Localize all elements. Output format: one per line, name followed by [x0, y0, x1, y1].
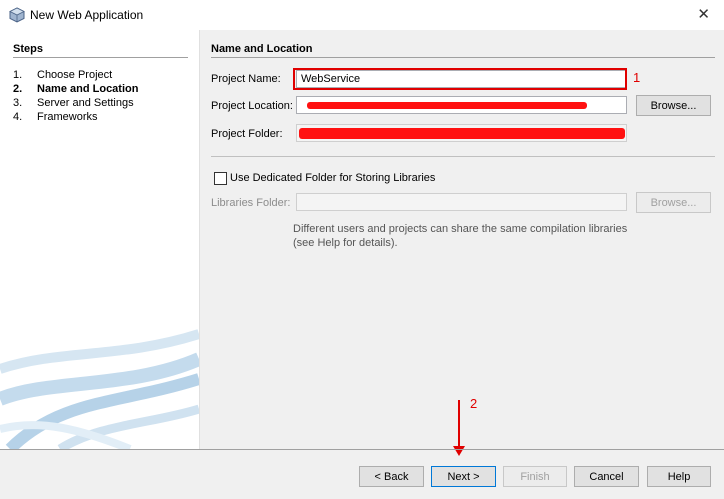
step-frameworks: 4. Frameworks	[13, 111, 98, 123]
hint-line-1: Different users and projects can share t…	[293, 223, 628, 235]
cancel-button[interactable]: Cancel	[574, 466, 639, 487]
back-button[interactable]: < Back	[359, 466, 424, 487]
window-title: New Web Application	[30, 8, 144, 22]
decorative-swoosh-graphic	[0, 329, 199, 449]
project-folder-label: Project Folder:	[211, 128, 283, 140]
app-cube-icon	[9, 7, 25, 23]
help-button[interactable]: Help	[647, 466, 711, 487]
step-number: 3.	[13, 97, 23, 109]
step-server-and-settings: 3. Server and Settings	[13, 97, 134, 109]
dedicated-folder-checkbox[interactable]	[214, 172, 227, 185]
step-label: Frameworks	[37, 111, 98, 123]
libraries-hint-text: Different users and projects can share t…	[293, 222, 633, 250]
project-folder-field	[296, 124, 627, 142]
hint-line-2: (see Help for details).	[293, 237, 398, 249]
annotation-marker-2: 2	[470, 396, 478, 411]
close-icon[interactable]: ✕	[697, 5, 710, 23]
next-button[interactable]: Next >	[431, 466, 496, 487]
step-name-and-location: 2. Name and Location	[13, 83, 138, 95]
steps-sidebar: Steps 1. Choose Project 2. Name and Locati…	[0, 30, 199, 449]
annotation-arrow-head	[453, 446, 465, 456]
section-separator	[211, 156, 715, 157]
step-number: 2.	[13, 83, 23, 95]
libraries-folder-label: Libraries Folder:	[211, 197, 291, 209]
steps-heading: Steps	[13, 43, 43, 55]
panel-divider	[211, 57, 715, 58]
annotation-marker-1: 1	[633, 70, 641, 85]
finish-button: Finish	[503, 466, 567, 487]
name-and-location-panel: Name and Location Project Name: WebServi…	[199, 30, 724, 449]
title-bar: New Web Application ✕	[0, 0, 724, 30]
annotation-highlight-box	[293, 68, 627, 90]
project-location-label: Project Location:	[211, 100, 293, 112]
annotation-arrow-shaft	[458, 400, 460, 448]
footer-divider	[0, 449, 724, 450]
steps-divider	[13, 57, 188, 58]
redaction-mark	[307, 102, 587, 109]
project-name-label: Project Name:	[211, 73, 281, 85]
libraries-folder-browse-button: Browse...	[636, 192, 711, 213]
redaction-mark	[299, 128, 625, 139]
step-choose-project: 1. Choose Project	[13, 69, 112, 81]
project-location-browse-button[interactable]: Browse...	[636, 95, 711, 116]
project-location-field[interactable]	[296, 96, 627, 114]
step-label: Server and Settings	[37, 97, 134, 109]
panel-heading: Name and Location	[211, 43, 313, 55]
step-label: Choose Project	[37, 69, 113, 81]
libraries-folder-field	[296, 193, 627, 211]
dedicated-folder-label[interactable]: Use Dedicated Folder for Storing Librari…	[230, 172, 435, 184]
step-number: 4.	[13, 111, 23, 123]
step-number: 1.	[13, 69, 23, 81]
step-label: Name and Location	[37, 83, 139, 95]
